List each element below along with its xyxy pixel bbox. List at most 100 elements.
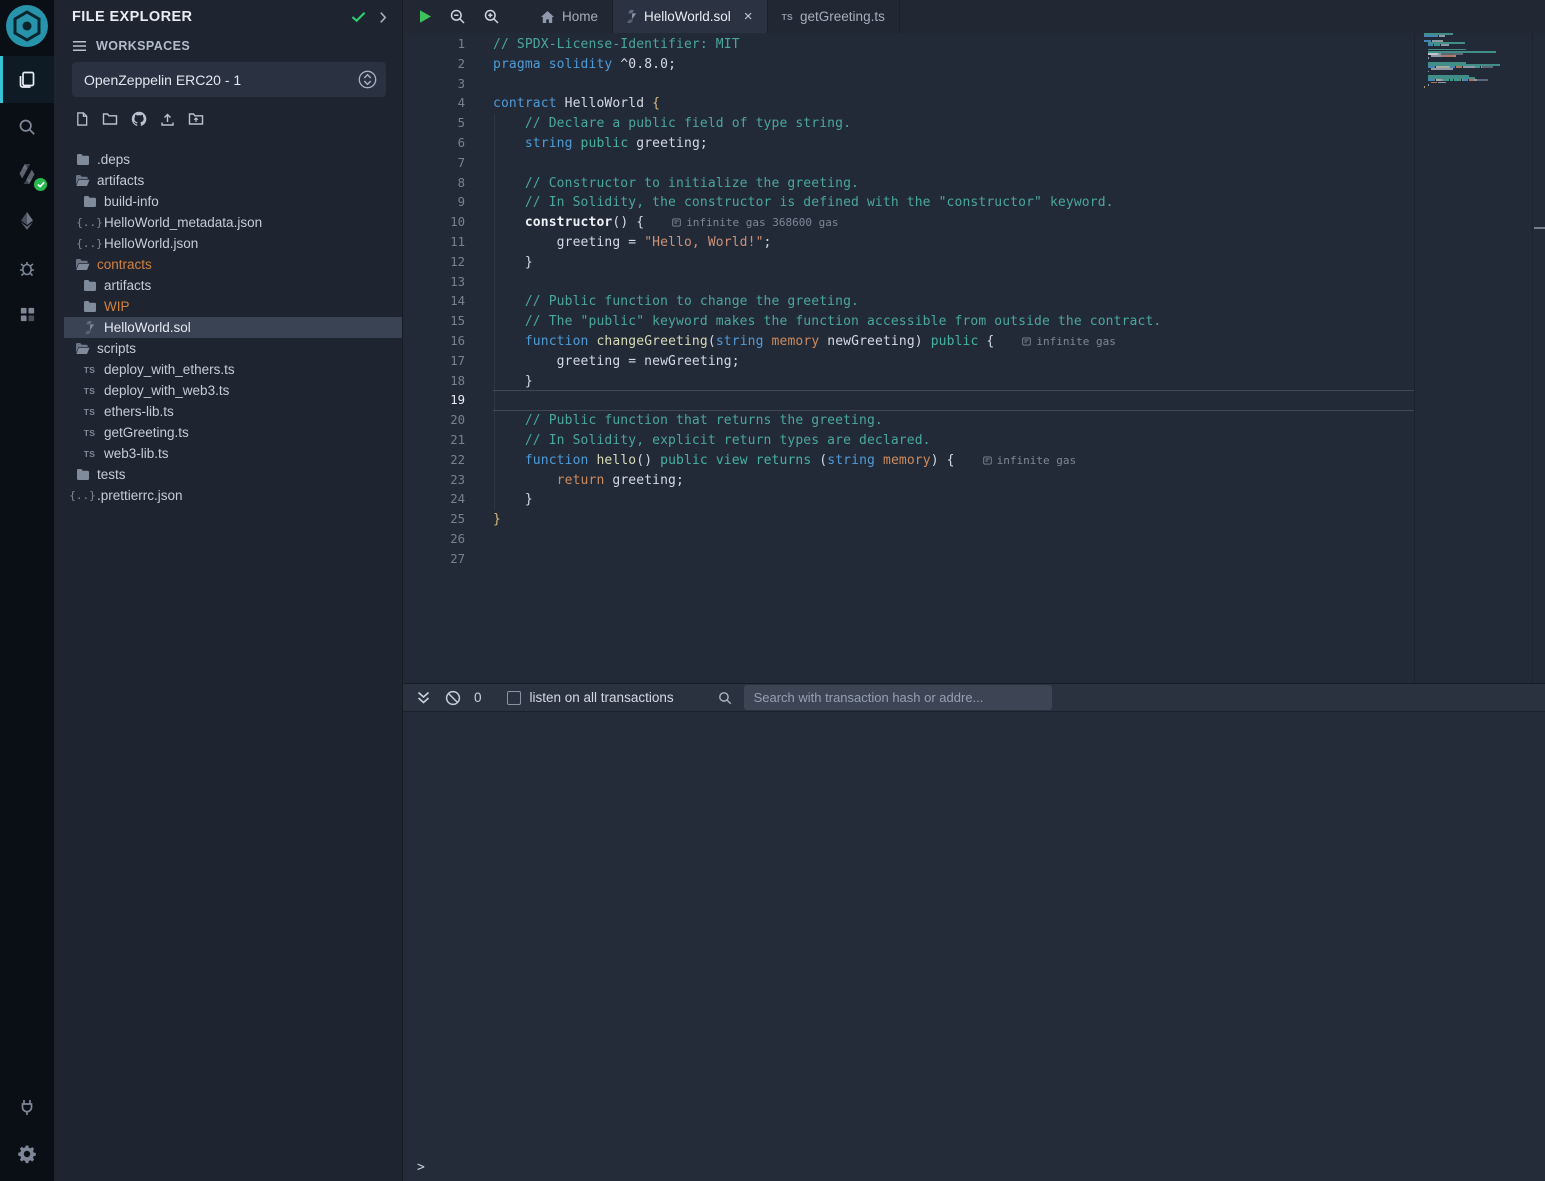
line-number-gutter: 1234567891011121314151617181920212223242… [403,35,465,570]
activity-bar [0,0,54,1181]
tab-helloworld-sol[interactable]: HelloWorld.sol× [613,0,768,33]
line-number: 11 [403,233,465,253]
block-transactions-icon[interactable] [445,690,461,706]
activity-bar-bottom [0,1083,54,1177]
file-tree-item-deploy-with-web3-ts[interactable]: TSdeploy_with_web3.ts [64,380,402,401]
code-line: // In Solidity, the constructor is defin… [493,193,1161,213]
file-label: getGreeting.ts [104,425,189,440]
line-number: 18 [403,372,465,392]
file-tree-item-web3-lib-ts[interactable]: TSweb3-lib.ts [64,443,402,464]
file-tree-item-scripts[interactable]: scripts [64,338,402,359]
new-folder-icon[interactable] [102,112,118,126]
file-tree-item-deploy-with-ethers-ts[interactable]: TSdeploy_with_ethers.ts [64,359,402,380]
new-file-icon[interactable] [75,111,89,127]
hamburger-menu-icon[interactable] [72,40,87,52]
file-tree-item-artifacts[interactable]: artifacts [64,170,402,191]
file-tree-item-helloworld-metadata-json[interactable]: {..}HelloWorld_metadata.json [64,212,402,233]
tab-label: Home [562,9,598,24]
workspace-name: OpenZeppelin ERC20 - 1 [84,72,241,88]
upload-file-icon[interactable] [160,112,175,127]
code-line: return greeting; [493,471,1161,491]
code-line: // Public function to change the greetin… [493,292,1161,312]
file-label: HelloWorld.json [104,236,198,251]
folder-icon [81,195,98,208]
tab-getgreeting-ts[interactable]: TSgetGreeting.ts [768,0,900,33]
zoom-out-icon[interactable] [449,8,466,25]
file-label: HelloWorld.sol [104,320,191,335]
workspace-selector[interactable]: OpenZeppelin ERC20 - 1 [72,62,386,97]
file-tree-item-contracts[interactable]: contracts [64,254,402,275]
settings-icon [17,1144,37,1164]
tab-bar: Home HelloWorld.sol×TSgetGreeting.ts [403,0,1545,33]
file-label: contracts [97,257,152,272]
overview-ruler-mark [1534,227,1545,229]
debugger-button[interactable] [0,244,54,291]
code-content: // SPDX-License-Identifier: MITpragma so… [493,35,1161,570]
file-tree-item-ethers-lib-ts[interactable]: TSethers-lib.ts [64,401,402,422]
file-label: deploy_with_web3.ts [104,383,229,398]
clone-git-icon[interactable] [131,111,147,127]
gas-estimate-hint: infinite gas [983,454,1076,467]
line-number: 13 [403,273,465,293]
file-tree-item-helloworld-sol[interactable]: HelloWorld.sol [64,317,402,338]
solidity-compiler-button[interactable] [0,150,54,197]
code-line: } [493,510,1161,530]
deploy-and-run-button[interactable] [0,197,54,244]
file-tree-item-getgreeting-ts[interactable]: TSgetGreeting.ts [64,422,402,443]
line-number: 16 [403,332,465,352]
code-line: contract HelloWorld { [493,94,1161,114]
file-label: artifacts [104,278,151,293]
plug-icon [17,1097,37,1117]
line-number: 22 [403,451,465,471]
gas-estimate-hint: infinite gas [1022,335,1115,348]
play-run-icon[interactable] [419,9,432,24]
file-tree-item-prettierrc-json[interactable]: {..}.prettierrc.json [64,485,402,506]
zoom-in-icon[interactable] [483,8,500,25]
tab-home[interactable]: Home [526,0,613,33]
activity-bar-top [0,56,54,338]
upload-folder-icon[interactable] [188,112,204,126]
code-line: // Public function that returns the gree… [493,411,1161,431]
code-line: } [493,490,1161,510]
line-number: 7 [403,154,465,174]
file-tree-item-helloworld-json[interactable]: {..} HelloWorld.json [64,233,402,254]
folder-icon [74,153,91,166]
file-tree-item-wip[interactable]: WIP [64,296,402,317]
search-button[interactable] [0,103,54,150]
tabs: Home HelloWorld.sol×TSgetGreeting.ts [526,0,900,33]
file-tree-item-artifacts[interactable]: artifacts [64,275,402,296]
minimap[interactable] [1424,33,1500,95]
file-tree-item-deps[interactable]: .deps [64,149,402,170]
folder-open-icon [74,174,91,187]
workspaces-row: WORKSPACES [54,29,402,53]
plugin-manager-button[interactable] [0,291,54,338]
gas-estimate-hint: infinite gas 368600 gas [672,216,838,229]
file-label: deploy_with_ethers.ts [104,362,235,377]
sol-icon [627,10,637,23]
file-explorer-button[interactable] [0,56,54,103]
file-explorer-panel: FILE EXPLORER WORKSPACES OpenZeppelin ER… [54,0,403,1181]
chevron-right-icon[interactable] [379,11,387,24]
line-number: 15 [403,312,465,332]
listen-all-transactions-checkbox[interactable] [507,691,521,705]
json-icon: {..} [81,237,98,250]
tab-label: getGreeting.ts [800,9,885,24]
terminal[interactable]: > [403,712,1545,1181]
folder-open-icon [74,258,91,271]
file-tree-item-build-info[interactable]: build-info [64,191,402,212]
solidity-compiler-icon [18,164,36,184]
transaction-search-input[interactable] [744,685,1052,710]
plug-button[interactable] [0,1083,54,1130]
minimap-boundary [1532,33,1533,683]
code-line: // In Solidity, explicit return types ar… [493,431,1161,451]
file-tree-item-tests[interactable]: tests [64,464,402,485]
settings-button[interactable] [0,1130,54,1177]
remix-logo-icon[interactable] [5,4,49,48]
line-number: 1 [403,35,465,55]
line-number: 21 [403,431,465,451]
close-tab-icon[interactable]: × [744,9,753,24]
code-editor[interactable]: 1234567891011121314151617181920212223242… [403,33,1545,683]
json-icon: {..} [81,216,98,229]
file-label: build-info [104,194,159,209]
collapse-terminal-icon[interactable] [416,691,431,705]
